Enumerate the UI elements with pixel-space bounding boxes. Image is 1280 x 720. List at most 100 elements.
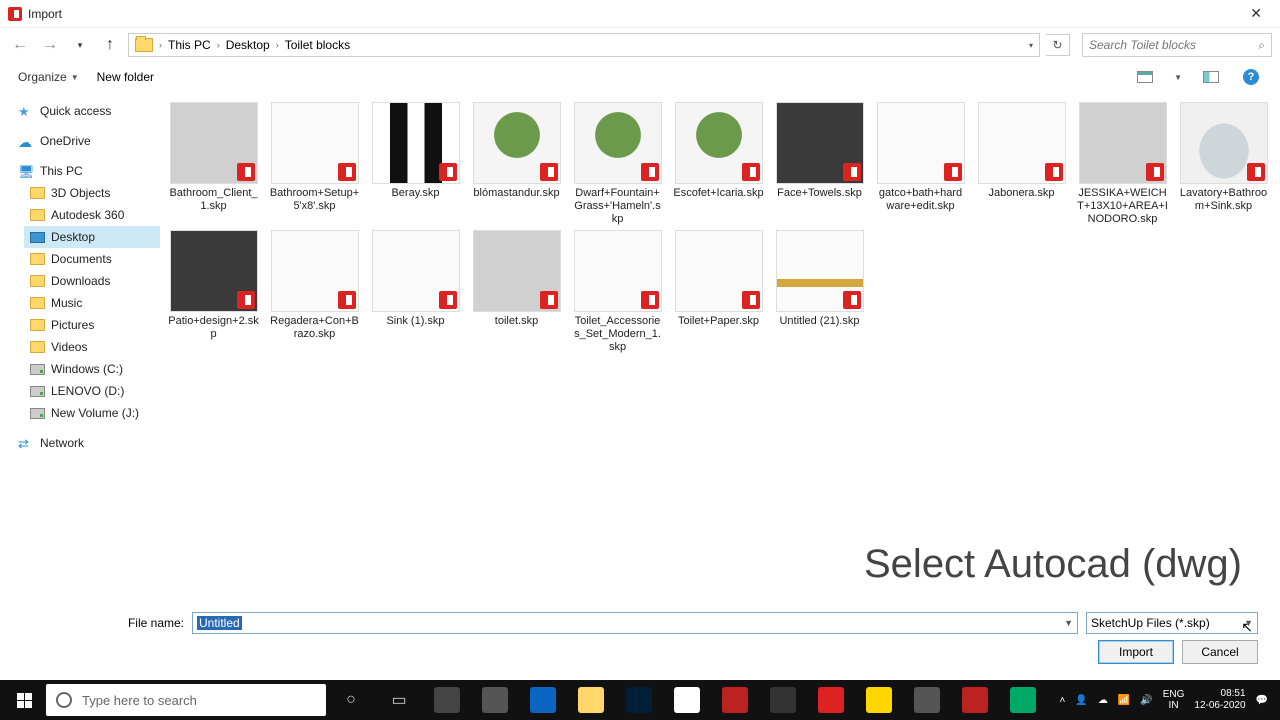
taskbar-app[interactable] <box>520 680 566 720</box>
file-item[interactable]: Lavatory+Bathroom+Sink.skp <box>1176 100 1271 228</box>
tray-people-icon[interactable]: 👤 <box>1075 695 1087 706</box>
taskbar-app[interactable] <box>1000 680 1046 720</box>
breadcrumb[interactable]: › This PC › Desktop › Toilet blocks ▾ <box>128 33 1040 57</box>
organize-menu[interactable]: Organize ▼ <box>18 70 79 84</box>
breadcrumb-item[interactable]: This PC <box>168 38 211 52</box>
view-mode-button[interactable] <box>1134 68 1156 86</box>
close-button[interactable]: ✕ <box>1240 1 1272 26</box>
tray-notifications-icon[interactable]: 💬 <box>1256 695 1268 706</box>
taskbar-app[interactable] <box>808 680 854 720</box>
file-thumbnail <box>372 102 460 184</box>
refresh-button[interactable]: ↻ <box>1046 34 1070 56</box>
back-button[interactable]: ← <box>8 33 32 57</box>
sidebar-item-music[interactable]: Music <box>24 292 160 314</box>
search-input[interactable] <box>1089 38 1258 52</box>
cortana-button[interactable]: ○ <box>328 680 374 720</box>
sidebar-item-drive-j[interactable]: New Volume (J:) <box>24 402 160 424</box>
sidebar-item-drive-d[interactable]: LENOVO (D:) <box>24 380 160 402</box>
sidebar-network[interactable]: ⇄ Network <box>12 432 160 454</box>
tray-language[interactable]: ENG IN <box>1163 689 1185 711</box>
filename-input[interactable]: Untitled ▼ <box>192 612 1078 634</box>
help-button[interactable]: ? <box>1240 68 1262 86</box>
file-thumbnail <box>1079 102 1167 184</box>
file-name: Jabonera.skp <box>988 187 1054 200</box>
file-item[interactable]: Toilet_Accessories_Set_Modern_1.skp <box>570 228 665 356</box>
file-name: Face+Towels.skp <box>777 187 862 200</box>
folder-icon <box>30 253 45 265</box>
file-item[interactable]: Bathroom_Client_1.skp <box>166 100 261 228</box>
chevron-down-icon[interactable]: ▼ <box>1174 73 1182 82</box>
breadcrumb-dropdown[interactable]: ▾ <box>1029 41 1033 50</box>
taskbar-app[interactable] <box>568 680 614 720</box>
file-item[interactable]: blómastandur.skp <box>469 100 564 228</box>
chevron-down-icon[interactable]: ▼ <box>1064 618 1073 628</box>
pc-icon: 🖥 <box>18 164 34 178</box>
sidebar-item-downloads[interactable]: Downloads <box>24 270 160 292</box>
system-tray[interactable]: ˄ 👤 ☁ 📶 🔊 ENG IN 08:51 12-06-2020 💬 <box>1060 688 1276 712</box>
file-item[interactable]: Toilet+Paper.skp <box>671 228 766 356</box>
new-folder-button[interactable]: New folder <box>97 70 154 84</box>
file-thumbnail <box>675 102 763 184</box>
file-item[interactable]: gatco+bath+hardware+edit.skp <box>873 100 968 228</box>
windows-taskbar: Type here to search ○ ▭ ˄ 👤 ☁ 📶 🔊 ENG IN… <box>0 680 1280 720</box>
taskbar-app[interactable] <box>952 680 998 720</box>
file-thumbnail <box>271 102 359 184</box>
tray-volume-icon[interactable]: 🔊 <box>1140 695 1152 706</box>
file-name: gatco+bath+hardware+edit.skp <box>875 187 966 213</box>
taskbar-app[interactable] <box>472 680 518 720</box>
file-item[interactable]: Patio+design+2.skp <box>166 228 261 356</box>
filename-label: File name: <box>22 616 184 630</box>
taskbar-app[interactable] <box>424 680 470 720</box>
taskbar-app[interactable] <box>760 680 806 720</box>
tray-wifi-icon[interactable]: 📶 <box>1118 695 1130 706</box>
file-item[interactable]: Untitled (21).skp <box>772 228 867 356</box>
file-thumbnail <box>574 230 662 312</box>
taskbar-search[interactable]: Type here to search <box>46 684 326 716</box>
file-item[interactable]: toilet.skp <box>469 228 564 356</box>
taskbar-app[interactable] <box>616 680 662 720</box>
file-item[interactable]: Jabonera.skp <box>974 100 1069 228</box>
file-item[interactable]: Bathroom+Setup+5'x8'.skp <box>267 100 362 228</box>
tray-clock[interactable]: 08:51 12-06-2020 <box>1194 688 1245 712</box>
file-thumbnail <box>776 102 864 184</box>
cancel-button[interactable]: Cancel <box>1182 640 1258 664</box>
taskbar-app[interactable] <box>712 680 758 720</box>
preview-pane-button[interactable] <box>1200 68 1222 86</box>
file-item[interactable]: Dwarf+Fountain+Grass+'Hameln'.skp <box>570 100 665 228</box>
start-button[interactable] <box>4 680 44 720</box>
file-item[interactable]: Regadera+Con+Brazo.skp <box>267 228 362 356</box>
breadcrumb-item[interactable]: Toilet blocks <box>285 38 350 52</box>
recent-button[interactable]: ▾ <box>68 33 92 57</box>
file-thumbnail <box>170 102 258 184</box>
sidebar-item-videos[interactable]: Videos <box>24 336 160 358</box>
tray-chevron-up-icon[interactable]: ˄ <box>1060 695 1066 706</box>
sidebar-this-pc[interactable]: 🖥 This PC <box>12 160 160 182</box>
file-item[interactable]: Face+Towels.skp <box>772 100 867 228</box>
filetype-dropdown[interactable]: SketchUp Files (*.skp) ▼ ↖ <box>1086 612 1258 634</box>
file-item[interactable]: JESSIKA+WEICHT+13X10+AREA+INODORO.skp <box>1075 100 1170 228</box>
file-item[interactable]: Sink (1).skp <box>368 228 463 356</box>
up-button[interactable]: ↑ <box>98 33 122 57</box>
file-item[interactable]: Escofet+Icaria.skp <box>671 100 766 228</box>
tray-cloud-icon[interactable]: ☁ <box>1098 695 1108 706</box>
taskbar-app[interactable] <box>904 680 950 720</box>
window-titlebar: Import ✕ <box>0 0 1280 28</box>
breadcrumb-item[interactable]: Desktop <box>226 38 270 52</box>
sidebar-item-drive-c[interactable]: Windows (C:) <box>24 358 160 380</box>
sketchup-badge-icon <box>237 291 255 309</box>
search-icon: ⌕ <box>1258 38 1265 53</box>
file-item[interactable]: Beray.skp <box>368 100 463 228</box>
file-grid[interactable]: Bathroom_Client_1.skpBathroom+Setup+5'x8… <box>160 92 1280 608</box>
import-button[interactable]: Import <box>1098 640 1174 664</box>
sidebar-item-pictures[interactable]: Pictures <box>24 314 160 336</box>
sidebar-item-autodesk[interactable]: Autodesk 360 <box>24 204 160 226</box>
task-view-button[interactable]: ▭ <box>376 680 422 720</box>
search-box[interactable]: ⌕ <box>1082 33 1272 57</box>
taskbar-app[interactable] <box>664 680 710 720</box>
sidebar-item-documents[interactable]: Documents <box>24 248 160 270</box>
sidebar-item-desktop[interactable]: Desktop <box>24 226 160 248</box>
sidebar-onedrive[interactable]: ☁ OneDrive <box>12 130 160 152</box>
taskbar-app[interactable] <box>856 680 902 720</box>
sidebar-item-3d-objects[interactable]: 3D Objects <box>24 182 160 204</box>
sidebar-quick-access[interactable]: ★ Quick access <box>12 100 160 122</box>
